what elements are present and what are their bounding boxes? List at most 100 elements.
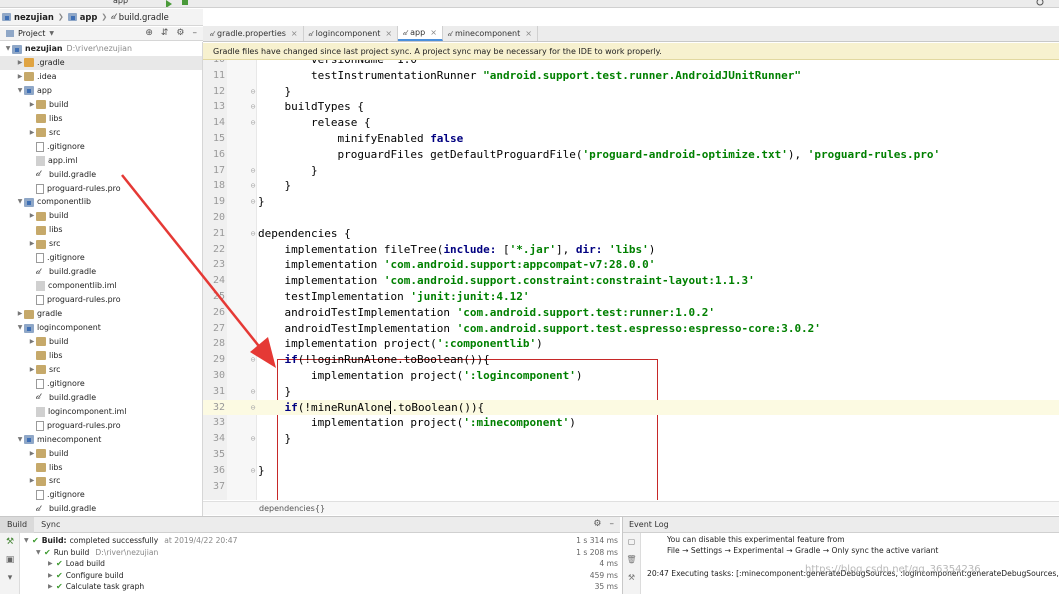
code-line[interactable]: 28 implementation project(':componentlib… — [203, 336, 1059, 352]
code-line[interactable]: 22 implementation fileTree(include: ['*.… — [203, 242, 1059, 258]
breadcrumb-module[interactable]: app — [67, 12, 97, 22]
code-line[interactable]: 25 testImplementation 'junit:junit:4.12' — [203, 289, 1059, 305]
hide-icon[interactable]: – — [610, 519, 615, 529]
fold-marker-icon[interactable]: ⊖ — [249, 463, 257, 479]
tree-item[interactable]: ▶ src — [0, 237, 202, 251]
code-line[interactable]: 24 implementation 'com.android.support.c… — [203, 273, 1059, 289]
tree-item[interactable]: proguard-rules.pro — [0, 419, 202, 433]
tree-item[interactable]: ▶ src — [0, 126, 202, 140]
fold-marker-icon[interactable]: ⊖ — [249, 400, 257, 416]
close-icon[interactable]: × — [525, 29, 532, 38]
chevron-down-icon[interactable]: ▼ — [36, 547, 44, 558]
chevron-down-icon[interactable]: ▼ — [16, 195, 24, 209]
code-line[interactable]: 10 versionName "1.0" — [203, 60, 1059, 68]
chevron-right-icon[interactable]: ▶ — [48, 581, 56, 592]
code-line[interactable]: 16 proguardFiles getDefaultProguardFile(… — [203, 147, 1059, 163]
gear-icon[interactable]: ⚙ — [176, 28, 184, 38]
code-line[interactable]: 35 — [203, 447, 1059, 463]
pin-icon[interactable]: ▾ — [0, 569, 20, 587]
chevron-right-icon[interactable]: ▶ — [28, 335, 36, 349]
run-config-select[interactable]: app — [113, 0, 128, 5]
tree-item[interactable]: ▶ build — [0, 447, 202, 461]
chevron-down-icon[interactable]: ▼ — [16, 433, 24, 447]
code-line[interactable]: 30 implementation project(':logincompone… — [203, 368, 1059, 384]
chevron-down-icon[interactable]: ▼ — [4, 42, 12, 56]
tree-item[interactable]: ▶ .idea — [0, 70, 202, 84]
tab-sync[interactable]: Sync — [34, 517, 67, 533]
tree-item[interactable]: 𝒹 build.gradle — [0, 391, 202, 405]
tree-item[interactable]: ▶ build — [0, 98, 202, 112]
code-line[interactable]: 18 ⊖ } — [203, 178, 1059, 194]
chevron-down-icon[interactable]: ▼ — [16, 321, 24, 335]
close-icon[interactable]: × — [291, 29, 298, 38]
tree-item[interactable]: ▼ app — [0, 84, 202, 98]
chevron-right-icon[interactable]: ▶ — [16, 70, 24, 84]
tree-item[interactable]: .gitignore — [0, 377, 202, 391]
event-log-line[interactable]: File → Settings → Experimental → Gradle … — [667, 546, 938, 555]
chevron-down-icon[interactable]: ▼ — [24, 535, 32, 546]
run-icon[interactable] — [160, 0, 200, 8]
tree-item[interactable]: componentlib.iml — [0, 279, 202, 293]
hammer-icon[interactable]: ⚒ — [0, 533, 20, 551]
tree-item[interactable]: 𝒹 build.gradle — [0, 168, 202, 182]
breadcrumb-project[interactable]: nezujian — [2, 12, 54, 22]
wrench-icon[interactable]: ⚒ — [623, 569, 640, 587]
hide-icon[interactable]: – — [193, 28, 198, 38]
tree-item[interactable]: libs — [0, 461, 202, 475]
chevron-right-icon[interactable]: ▶ — [48, 558, 56, 569]
fold-marker-icon[interactable]: ⊖ — [249, 178, 257, 194]
toggle-view-icon[interactable]: ▣ — [0, 551, 20, 569]
code-line[interactable]: 36 ⊖} — [203, 463, 1059, 479]
code-line[interactable]: 11 testInstrumentationRunner "android.su… — [203, 68, 1059, 84]
project-view-select[interactable]: Project — [18, 29, 45, 38]
chevron-down-icon[interactable]: ▼ — [16, 84, 24, 98]
tab-build[interactable]: Build — [0, 516, 35, 533]
tree-item[interactable]: ▶ build — [0, 335, 202, 349]
chevron-right-icon[interactable]: ▶ — [28, 447, 36, 461]
editor-breadcrumb[interactable]: dependencies{} — [203, 501, 1059, 515]
code-line[interactable]: 34 ⊖ } — [203, 431, 1059, 447]
fold-marker-icon[interactable]: ⊖ — [249, 163, 257, 179]
chevron-right-icon[interactable]: ▶ — [28, 363, 36, 377]
fold-marker-icon[interactable]: ⊖ — [249, 431, 257, 447]
chevron-right-icon[interactable]: ▶ — [16, 307, 24, 321]
fold-marker-icon[interactable]: ⊖ — [249, 384, 257, 400]
tab-editor-file[interactable]: 𝒹 logincomponent × — [304, 26, 399, 41]
fold-marker-icon[interactable]: ⊖ — [249, 99, 257, 115]
tree-item[interactable]: ▶ src — [0, 363, 202, 377]
fold-marker-icon[interactable]: ⊖ — [249, 352, 257, 368]
tree-item[interactable]: logincomponent.iml — [0, 405, 202, 419]
locate-icon[interactable]: ⊕ — [145, 28, 153, 38]
close-icon[interactable]: × — [430, 28, 437, 37]
breadcrumb-file[interactable]: 𝒹 build.gradle — [111, 12, 169, 22]
code-line[interactable]: 15 minifyEnabled false — [203, 131, 1059, 147]
code-line[interactable]: 33 implementation project(':minecomponen… — [203, 415, 1059, 431]
code-editor[interactable]: 10 versionName "1.0"11 testInstrumentati… — [203, 60, 1059, 500]
build-tree-item[interactable]: ▶ ✔ Calculate task graph 35 ms — [22, 581, 620, 592]
fold-marker-icon[interactable]: ⊖ — [249, 115, 257, 131]
build-tree-item[interactable]: ▶ ✔ Load build 4 ms — [22, 558, 620, 569]
code-line[interactable]: 27 androidTestImplementation 'com.androi… — [203, 321, 1059, 337]
tree-item[interactable]: proguard-rules.pro — [0, 293, 202, 307]
tree-item[interactable]: libs — [0, 349, 202, 363]
code-line[interactable]: 23 implementation 'com.android.support:a… — [203, 257, 1059, 273]
fold-marker-icon[interactable]: ⊖ — [249, 194, 257, 210]
tree-item[interactable]: proguard-rules.pro — [0, 182, 202, 196]
chevron-right-icon[interactable]: ▶ — [28, 474, 36, 488]
tree-item[interactable]: ▼ logincomponent — [0, 321, 202, 335]
tree-item[interactable]: app.iml — [0, 154, 202, 168]
chevron-right-icon[interactable]: ▶ — [28, 126, 36, 140]
tree-item[interactable]: ▶ gradle — [0, 307, 202, 321]
build-tree-item[interactable]: ▼ ✔ Build: completed successfully at 2019/4/… — [22, 535, 620, 546]
tree-item[interactable]: ▼ componentlib — [0, 195, 202, 209]
tab-editor-file[interactable]: 𝒹 minecomponent × — [443, 26, 538, 41]
tree-item[interactable]: .gitignore — [0, 251, 202, 265]
code-line[interactable]: 21 ⊖ dependencies { — [203, 226, 1059, 242]
build-tree-item[interactable]: ▶ ✔ Configure build 459 ms — [22, 570, 620, 581]
fold-marker-icon[interactable]: ⊖ — [249, 226, 257, 242]
fold-marker-icon[interactable]: ⊖ — [249, 84, 257, 100]
code-line[interactable]: 17 ⊖ } — [203, 163, 1059, 179]
gear-icon[interactable]: ⚙ — [593, 519, 601, 529]
code-line[interactable]: 20 — [203, 210, 1059, 226]
tree-item[interactable]: libs — [0, 223, 202, 237]
